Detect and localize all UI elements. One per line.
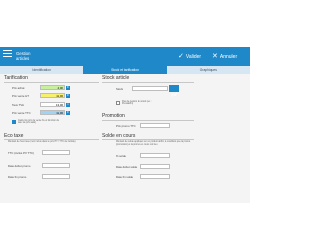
validate-label: Valider [185,53,202,60]
eco-date-fin-label: Date fin promo [8,175,27,179]
stock-divider [102,82,194,83]
cancel-label: Annuler [219,53,238,60]
tab-identification[interactable]: Identification [0,66,83,74]
promotion-title: Promotion [102,113,125,119]
sales-percent-label: % solde [116,154,126,158]
sales-percent-field[interactable] [140,153,170,158]
sales-date-fin-field[interactable] [140,174,170,179]
menu-icon[interactable] [3,50,12,62]
prix-vente-ht-field[interactable]: 11,00 [40,93,65,98]
sales-date-fin-label: Date fin solde [116,175,134,179]
sales-divider [102,139,194,140]
promo-price-label: Prix promo TTC [116,124,136,128]
app-title-line2: articles [16,56,30,61]
taux-tva-label: Taux TVA [12,103,24,107]
eco-date-debut-label: Date début promo [8,164,31,168]
eco-divider [4,139,99,140]
check-icon: ✓ [178,53,184,60]
stock-title: Stock article [102,75,130,81]
eco-ttc-field[interactable] [42,150,70,155]
prix-vente-ttc-euro: € [66,110,70,115]
promo-price-field[interactable] [140,123,170,128]
prix-vente-ht-euro: € [66,93,70,98]
prix-achat-label: Prix achat [12,86,25,90]
eco-date-debut-field[interactable] [42,163,70,168]
auto-calc-label: Calcul du prix de vente ht en fonction d… [18,120,59,126]
sales-note: Montant de solde appliqué sur un produit… [116,141,191,146]
auto-calc-checkbox[interactable] [12,120,16,124]
prix-vente-ht-label: Prix vente HT [12,94,29,98]
tab-stock-tarification[interactable]: Stock et tarification [83,66,167,74]
pricing-divider [4,82,99,83]
taux-tva-field[interactable]: 13,00 [40,102,65,107]
no-stock-management-label-line2: Prestation) [122,103,134,106]
prix-achat-field[interactable]: 4,00 [40,85,65,90]
eco-date-fin-field[interactable] [42,174,70,179]
eco-note: Montant de l'éco taxe (non inclus dans l… [8,141,76,143]
prix-vente-ttc-field[interactable]: 11,00 [40,110,65,115]
no-stock-management-checkbox[interactable] [116,101,120,105]
app-header: Gestion articles ✓ Valider ✕ Annuler [0,47,250,66]
sales-date-debut-field[interactable] [140,164,170,169]
validate-button[interactable]: ✓ Valider [178,51,201,62]
eco-ttc-label: TTC (inclus PV TTC) [8,151,34,155]
auto-calc-label-line2: taux de prix saisi) [18,122,36,125]
promotion-divider [102,120,194,121]
stock-label: Stock [116,87,123,91]
taux-tva-dropdown-icon[interactable]: ▾ [66,102,70,107]
no-stock-management-label: Pas de gestion du stock (ex : Prestation… [122,101,152,107]
prix-achat-euro: € [66,85,70,90]
tab-graphiques[interactable]: Graphiques [167,66,250,74]
cancel-button[interactable]: ✕ Annuler [212,51,237,62]
tab-bar: Identification Stock et tarification Gra… [0,66,250,74]
prix-vente-ttc-label: Prix vente TTC [12,111,31,115]
close-icon: ✕ [212,53,218,60]
app-title: Gestion articles [16,51,56,61]
sales-date-debut-label: Date début solde [116,165,138,169]
stock-history-button[interactable] [169,85,179,97]
stock-chart-icon [170,92,178,97]
pricing-title: Tarification [4,75,28,81]
stock-field[interactable] [132,86,168,91]
